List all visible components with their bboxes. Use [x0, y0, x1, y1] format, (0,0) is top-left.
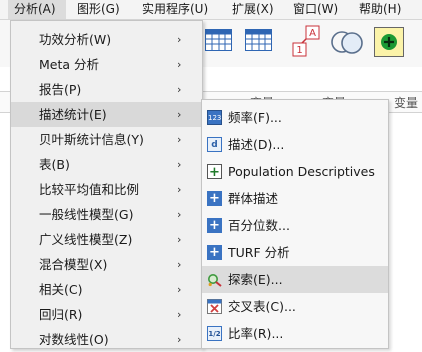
chevron-right-icon: › — [177, 83, 182, 96]
menu-window[interactable]: 窗口(W) — [293, 0, 338, 19]
menu-item-label: 表(B) — [39, 157, 70, 172]
chevron-right-icon: › — [177, 258, 182, 271]
frequencies-icon: 123 — [207, 110, 222, 125]
svg-text:1: 1 — [296, 45, 302, 56]
grid-header-variable[interactable]: 变量 — [394, 94, 418, 111]
chevron-right-icon: › — [177, 158, 182, 171]
ratio-icon: 1/2 — [207, 326, 222, 341]
submenu-item-turf-analysis[interactable]: + TURF 分析 — [202, 239, 388, 266]
menu-analyze[interactable]: 分析(A) — [8, 0, 66, 19]
menu-item-descriptive-statistics[interactable]: 描述统计(E) › — [11, 102, 202, 127]
menu-item-reports[interactable]: 报告(P) › — [11, 77, 202, 102]
variable-table-icon[interactable] — [245, 29, 272, 51]
chevron-right-icon: › — [177, 308, 182, 321]
menu-analyze-label: 分析(A) — [14, 2, 56, 16]
menu-item-loglinear[interactable]: 对数线性(O) › — [11, 327, 202, 352]
menu-item-mixed-models[interactable]: 混合模型(X) › — [11, 252, 202, 277]
submenu-item-frequencies[interactable]: 123 频率(F)... — [202, 104, 388, 131]
chevron-right-icon: › — [177, 33, 182, 46]
menu-item-label: 贝叶斯统计信息(Y) — [39, 132, 144, 147]
submenu-item-label: 百分位数... — [228, 218, 290, 233]
menu-help[interactable]: 帮助(H) — [359, 0, 401, 19]
submenu-item-percentiles[interactable]: + 百分位数... — [202, 212, 388, 239]
submenu-item-population-descriptives[interactable]: + Population Descriptives — [202, 158, 388, 185]
menu-item-label: 一般线性模型(G) — [39, 207, 134, 222]
menu-item-label: Meta 分析 — [39, 57, 100, 72]
descriptive-statistics-submenu: 123 频率(F)... d 描述(D)... + Population Des… — [201, 99, 389, 349]
menu-item-label: 混合模型(X) — [39, 257, 108, 272]
menu-item-regression[interactable]: 回归(R) › — [11, 302, 202, 327]
analyze-menu: 功效分析(W) › Meta 分析 › 报告(P) › 描述统计(E) › 贝叶斯统计信… — [10, 20, 203, 349]
menu-item-power-analysis[interactable]: 功效分析(W) › — [11, 27, 202, 52]
population-descriptives-icon: + — [207, 164, 222, 180]
chevron-right-icon: › — [177, 133, 182, 146]
menu-item-label: 相关(C) — [39, 282, 83, 297]
chevron-right-icon: › — [177, 208, 182, 221]
menu-item-generalized-linear-model[interactable]: 广义线性模型(Z) › — [11, 227, 202, 252]
value-labels-icon[interactable]: A 1 — [292, 25, 322, 57]
submenu-item-label: 比率(R)... — [228, 326, 284, 341]
submenu-item-label: 探索(E)... — [228, 272, 283, 287]
turf-analysis-icon: + — [207, 245, 222, 260]
submenu-item-label: 频率(F)... — [228, 110, 282, 125]
menu-item-bayesian-statistics[interactable]: 贝叶斯统计信息(Y) › — [11, 127, 202, 152]
submenu-item-crosstabs[interactable]: 交叉表(C)... — [202, 293, 388, 320]
menu-item-label: 报告(P) — [39, 82, 82, 97]
use-sets-icon[interactable] — [330, 28, 366, 56]
explore-icon — [207, 272, 222, 287]
data-table-icon[interactable] — [205, 29, 232, 51]
submenu-item-group-descriptives[interactable]: + 群体描述 — [202, 185, 388, 212]
submenu-item-descriptives[interactable]: d 描述(D)... — [202, 131, 388, 158]
submenu-item-label: 描述(D)... — [228, 137, 285, 152]
add-variable-icon[interactable] — [374, 27, 404, 57]
menu-item-correlate[interactable]: 相关(C) › — [11, 277, 202, 302]
crosstabs-icon — [207, 299, 222, 314]
menu-item-label: 功效分析(W) — [39, 32, 112, 47]
menu-utilities[interactable]: 实用程序(U) — [142, 0, 208, 19]
menu-item-label: 广义线性模型(Z) — [39, 232, 133, 247]
chevron-right-icon: › — [177, 333, 182, 346]
menu-item-label: 描述统计(E) — [39, 107, 107, 122]
group-descriptives-icon: + — [207, 191, 222, 206]
menu-item-label: 比较平均值和比例 — [39, 182, 140, 197]
submenu-item-ratio[interactable]: 1/2 比率(R)... — [202, 320, 388, 347]
menu-item-label: 对数线性(O) — [39, 332, 109, 347]
chevron-right-icon: › — [177, 183, 182, 196]
submenu-item-label: TURF 分析 — [228, 245, 290, 260]
chevron-right-icon: › — [177, 283, 182, 296]
submenu-item-explore[interactable]: 探索(E)... — [202, 266, 388, 293]
menu-item-compare-means[interactable]: 比较平均值和比例 › — [11, 177, 202, 202]
descriptives-icon: d — [207, 137, 222, 152]
menubar: 分析(A) 图形(G) 实用程序(U) 扩展(X) 窗口(W) 帮助(H) — [0, 0, 422, 20]
submenu-item-label: 交叉表(C)... — [228, 299, 296, 314]
menu-item-label: 回归(R) — [39, 307, 83, 322]
percentiles-icon: + — [207, 218, 222, 233]
menu-item-tables[interactable]: 表(B) › — [11, 152, 202, 177]
menu-graphs[interactable]: 图形(G) — [77, 0, 120, 19]
submenu-item-label: Population Descriptives — [228, 164, 375, 179]
menu-extensions[interactable]: 扩展(X) — [232, 0, 274, 19]
svg-text:A: A — [309, 28, 316, 39]
chevron-right-icon: › — [177, 108, 182, 121]
chevron-right-icon: › — [177, 233, 182, 246]
menu-item-general-linear-model[interactable]: 一般线性模型(G) › — [11, 202, 202, 227]
chevron-right-icon: › — [177, 58, 182, 71]
submenu-item-label: 群体描述 — [228, 191, 279, 206]
menu-item-meta-analysis[interactable]: Meta 分析 › — [11, 52, 202, 77]
